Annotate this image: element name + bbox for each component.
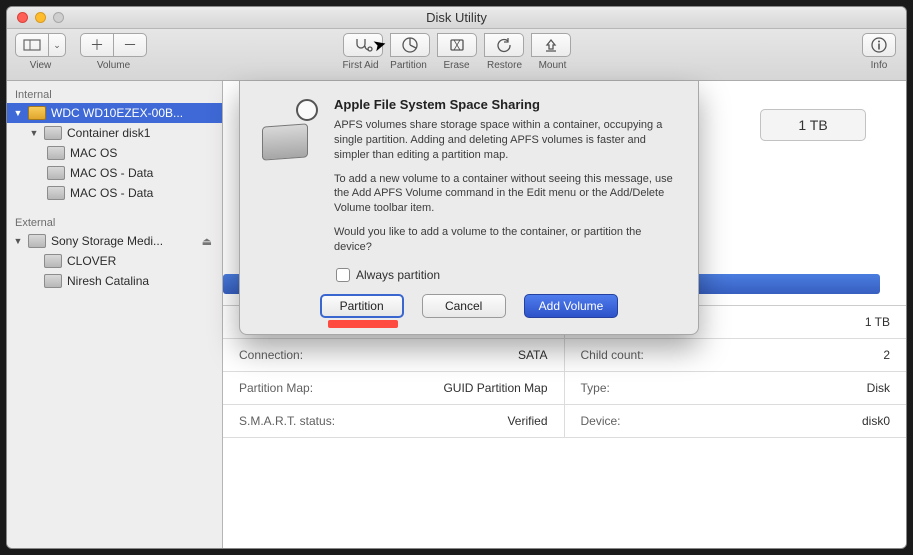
capacity-badge: 1 TB — [760, 109, 866, 141]
eject-icon[interactable]: ⏏ — [202, 235, 218, 248]
mount-label: Mount — [529, 60, 577, 71]
always-partition-label: Always partition — [356, 268, 440, 282]
partition-label: Partition — [385, 60, 433, 71]
disclosure-triangle-icon[interactable]: ▼ — [29, 128, 39, 138]
erase-label: Erase — [433, 60, 481, 71]
info-row-type: Type:Disk — [565, 372, 907, 405]
dialog-icon — [258, 97, 320, 159]
dialog-paragraph-3: Would you like to add a volume to the co… — [334, 225, 680, 255]
view-button[interactable] — [15, 33, 49, 57]
mount-icon — [542, 37, 560, 53]
titlebar: Disk Utility — [7, 7, 906, 29]
chevron-down-icon: ⌄ — [53, 40, 61, 51]
sidebar-item-container[interactable]: ▼ Container disk1 — [7, 123, 222, 143]
stethoscope-icon — [353, 37, 373, 53]
mount-button[interactable] — [531, 33, 571, 57]
toolbar: ⌄ View ＋ － Volume — [7, 29, 906, 81]
erase-button[interactable] — [437, 33, 477, 57]
sidebar-section-internal: Internal — [7, 85, 222, 103]
checkbox-icon[interactable] — [336, 268, 350, 282]
volume-icon — [44, 254, 62, 268]
internal-drive-icon — [28, 106, 46, 120]
sidebar-item-label: MAC OS - Data — [70, 186, 153, 200]
apfs-dialog: Apple File System Space Sharing APFS vol… — [239, 81, 699, 335]
info-row-childcount: Child count:2 — [565, 339, 907, 372]
info-label: Info — [871, 60, 888, 71]
volume-icon — [44, 274, 62, 288]
sidebar-item-macos-data-2[interactable]: MAC OS - Data — [7, 183, 222, 203]
sidebar-item-label: Container disk1 — [67, 126, 150, 140]
info-row-partmap: Partition Map:GUID Partition Map — [223, 372, 565, 405]
disclosure-triangle-icon[interactable]: ▼ — [13, 108, 23, 118]
volume-icon — [47, 166, 65, 180]
pie-icon — [401, 36, 419, 54]
sidebar-item-macos[interactable]: MAC OS — [7, 143, 222, 163]
view-dropdown[interactable]: ⌄ — [48, 33, 66, 57]
always-partition-row[interactable]: Always partition — [336, 268, 680, 282]
disclosure-triangle-icon[interactable]: ▼ — [13, 236, 23, 246]
volume-icon — [47, 186, 65, 200]
sidebar-item-clover[interactable]: CLOVER — [7, 251, 222, 271]
window-title: Disk Utility — [7, 10, 906, 25]
container-icon — [44, 126, 62, 140]
sidebar-item-label: CLOVER — [67, 254, 116, 268]
restore-label: Restore — [481, 60, 529, 71]
restore-icon — [495, 37, 513, 53]
info-row-device: Device:disk0 — [565, 405, 907, 438]
sidebar-item-label: Sony Storage Medi... — [51, 234, 163, 248]
remove-volume-button[interactable]: － — [113, 33, 147, 57]
volume-label: Volume — [97, 60, 130, 71]
info-row-smart: S.M.A.R.T. status:Verified — [223, 405, 565, 438]
info-row-connection: Connection:SATA — [223, 339, 565, 372]
sidebar-item-label: Niresh Catalina — [67, 274, 149, 288]
sidebar-item-sony[interactable]: ▼ Sony Storage Medi... ⏏ — [7, 231, 222, 251]
sidebar-item-niresh[interactable]: Niresh Catalina — [7, 271, 222, 291]
info-icon — [870, 36, 888, 54]
sidebar: Internal ▼ WDC WD10EZEX-00B... ▼ Contain… — [7, 81, 223, 548]
annotation-underline — [328, 320, 398, 328]
sidebar-item-macos-data-1[interactable]: MAC OS - Data — [7, 163, 222, 183]
view-label: View — [30, 60, 52, 71]
sidebar-item-label: MAC OS - Data — [70, 166, 153, 180]
first-aid-label: First Aid — [337, 60, 385, 71]
partition-button-dialog[interactable]: Partition — [320, 294, 404, 318]
add-volume-button-dialog[interactable]: Add Volume — [524, 294, 619, 318]
sidebar-item-label: WDC WD10EZEX-00B... — [51, 106, 183, 120]
dialog-paragraph-2: To add a new volume to a container witho… — [334, 172, 680, 217]
restore-button[interactable] — [484, 33, 524, 57]
sidebar-item-wdc-disk[interactable]: ▼ WDC WD10EZEX-00B... — [7, 103, 222, 123]
sidebar-item-label: MAC OS — [70, 146, 117, 160]
dialog-paragraph-1: APFS volumes share storage space within … — [334, 118, 680, 163]
add-volume-button[interactable]: ＋ — [80, 33, 114, 57]
external-drive-icon — [28, 234, 46, 248]
volume-icon — [47, 146, 65, 160]
sidebar-section-external: External — [7, 213, 222, 231]
erase-icon — [448, 37, 466, 53]
disk-utility-window: Disk Utility ⌄ View ＋ － Volume — [6, 6, 907, 549]
info-button[interactable] — [862, 33, 896, 57]
dialog-title: Apple File System Space Sharing — [334, 97, 680, 112]
partition-button[interactable] — [390, 33, 430, 57]
cancel-button[interactable]: Cancel — [422, 294, 506, 318]
